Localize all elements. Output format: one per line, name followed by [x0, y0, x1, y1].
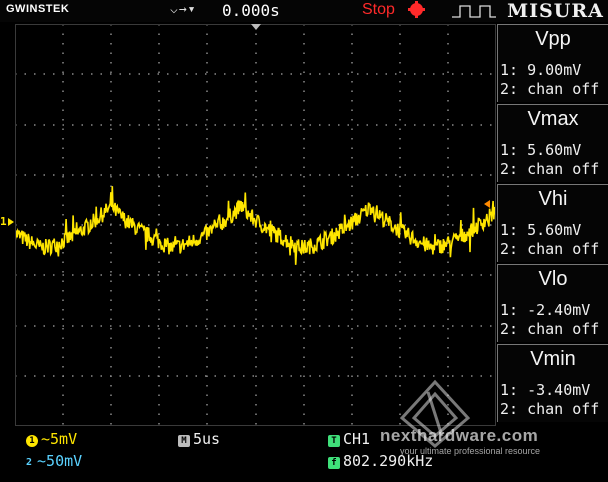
- timebase-readout[interactable]: M 5us: [178, 430, 220, 448]
- measure-vpp[interactable]: Vpp 1: 9.00mV 2: chan off: [497, 24, 608, 102]
- run-state-label: Stop: [362, 1, 395, 18]
- ch1-ground-marker[interactable]: 1: [0, 215, 7, 228]
- trigger-source-value: CH1: [343, 430, 371, 448]
- trigger-source-readout[interactable]: T CH1: [328, 430, 370, 448]
- trigger-mode-icon: ⌵→▾: [170, 2, 197, 17]
- ch1-scale-value: ~5mV: [41, 430, 78, 448]
- trigger-level-marker[interactable]: [484, 200, 490, 208]
- frequency-badge-icon: f: [328, 457, 340, 469]
- measure-vmin[interactable]: Vmin 1: -3.40mV 2: chan off: [497, 344, 608, 422]
- measure-vhi[interactable]: Vhi 1: 5.60mV 2: chan off: [497, 184, 608, 262]
- measure-ch1-value: 1: -3.40mV: [500, 381, 591, 399]
- ch2-badge-icon: 2: [26, 457, 33, 468]
- top-status-bar: GWINSTEK ⌵→▾ 0.000s Stop MISURA: [0, 0, 608, 22]
- measure-title: Vhi: [538, 188, 568, 210]
- menu-title: MISURA: [507, 0, 604, 22]
- timebase-badge-icon: M: [178, 435, 190, 447]
- measure-ch2-value: 2: chan off: [500, 80, 600, 98]
- measure-ch2-value: 2: chan off: [500, 240, 600, 258]
- trigger-time-readout: 0.000s: [222, 1, 280, 20]
- stop-icon: [408, 1, 425, 18]
- measure-ch1-value: 1: 5.60mV: [500, 141, 582, 159]
- measure-ch2-value: 2: chan off: [500, 400, 600, 418]
- rising-edge-icon: [452, 5, 496, 18]
- measure-title: Vpp: [535, 28, 571, 50]
- watermark-subtitle: your ultimate professional resource: [400, 446, 541, 456]
- display-frame: [15, 24, 496, 426]
- timebase-value: 5us: [193, 430, 221, 448]
- measure-title: Vmin: [530, 348, 576, 370]
- trigger-position-marker[interactable]: [251, 24, 261, 30]
- measure-ch1-value: 1: 9.00mV: [500, 61, 582, 79]
- measure-ch1-value: 1: -2.40mV: [500, 301, 591, 319]
- measure-ch1-value: 1: 5.60mV: [500, 221, 582, 239]
- measure-ch2-value: 2: chan off: [500, 160, 600, 178]
- watermark-title: nexthardware.com: [380, 426, 539, 445]
- measure-ch2-value: 2: chan off: [500, 320, 600, 338]
- ch1-scale-readout[interactable]: 1 ~5mV: [26, 430, 77, 448]
- measure-vmax[interactable]: Vmax 1: 5.60mV 2: chan off: [497, 104, 608, 182]
- measurement-panel: Vpp 1: 9.00mV 2: chan off Vmax 1: 5.60mV…: [497, 24, 608, 426]
- measure-vlo[interactable]: Vlo 1: -2.40mV 2: chan off: [497, 264, 608, 342]
- ch1-marker-arrow-icon: [8, 218, 14, 226]
- trigger-badge-icon: T: [328, 435, 340, 447]
- brand-logo: GWINSTEK: [6, 3, 70, 15]
- ch2-scale-readout[interactable]: 2 ~50mV: [26, 452, 82, 470]
- measure-title: Vlo: [538, 268, 568, 290]
- ch1-badge-icon: 1: [26, 435, 38, 447]
- ch2-scale-value: ~50mV: [37, 452, 83, 470]
- measure-title: Vmax: [527, 108, 579, 130]
